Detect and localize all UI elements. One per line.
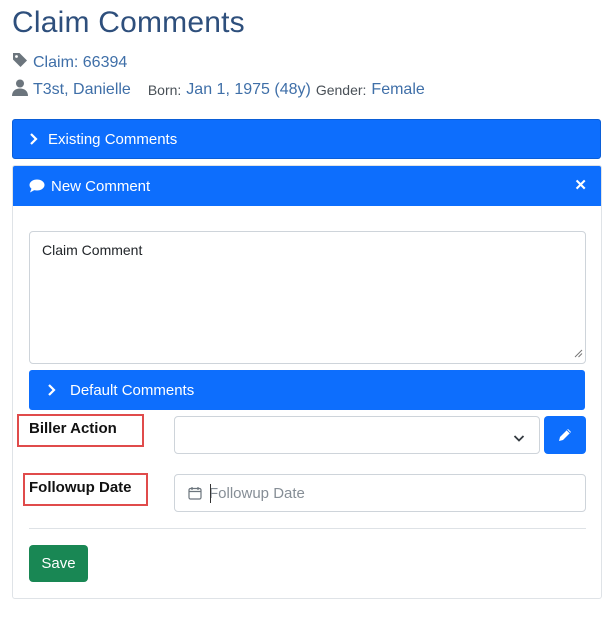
divider <box>29 528 586 529</box>
gender-label: Gender: <box>315 82 367 98</box>
resize-handle-icon[interactable] <box>574 345 583 361</box>
default-comments-toggle[interactable]: Default Comments <box>29 370 585 410</box>
page-title: Claim Comments <box>12 6 245 39</box>
comment-text: Claim Comment <box>42 242 143 258</box>
comment-icon <box>29 179 45 193</box>
claim-number: Claim: 66394 <box>33 53 128 71</box>
existing-comments-label: Existing Comments <box>48 130 178 148</box>
text-cursor <box>210 484 211 503</box>
calendar-icon <box>188 486 202 505</box>
save-button[interactable]: Save <box>29 545 88 582</box>
born-label: Born: <box>147 82 182 98</box>
new-comment-label: New Comment <box>51 177 151 195</box>
close-icon[interactable]: ✕ <box>574 176 587 194</box>
gender-value: Female <box>371 81 425 98</box>
born-value: Jan 1, 1975 (48y) <box>186 81 311 98</box>
biller-action-select[interactable] <box>174 416 540 454</box>
followup-date-field[interactable] <box>174 474 586 512</box>
pencil-icon <box>557 427 573 443</box>
chevron-right-icon <box>47 384 57 396</box>
existing-comments-toggle[interactable]: Existing Comments <box>12 119 601 159</box>
edit-biller-action-button[interactable] <box>544 416 586 454</box>
tag-icon <box>12 52 28 73</box>
patient-name[interactable]: T3st, Danielle <box>33 81 131 99</box>
user-icon <box>12 79 28 101</box>
comment-textarea[interactable]: Claim Comment <box>29 231 586 364</box>
followup-date-label: Followup Date <box>29 479 132 496</box>
chevron-down-icon <box>513 430 525 448</box>
new-comment-header: New Comment ✕ <box>13 166 601 206</box>
default-comments-label: Default Comments <box>70 381 195 399</box>
patient-line: T3st, Danielle Born: Jan 1, 1975 (48y) G… <box>12 79 425 101</box>
biller-action-label: Biller Action <box>29 420 117 437</box>
claim-line: Claim: 66394 <box>12 52 127 73</box>
followup-date-input[interactable] <box>209 480 569 506</box>
chevron-right-icon <box>29 133 39 145</box>
